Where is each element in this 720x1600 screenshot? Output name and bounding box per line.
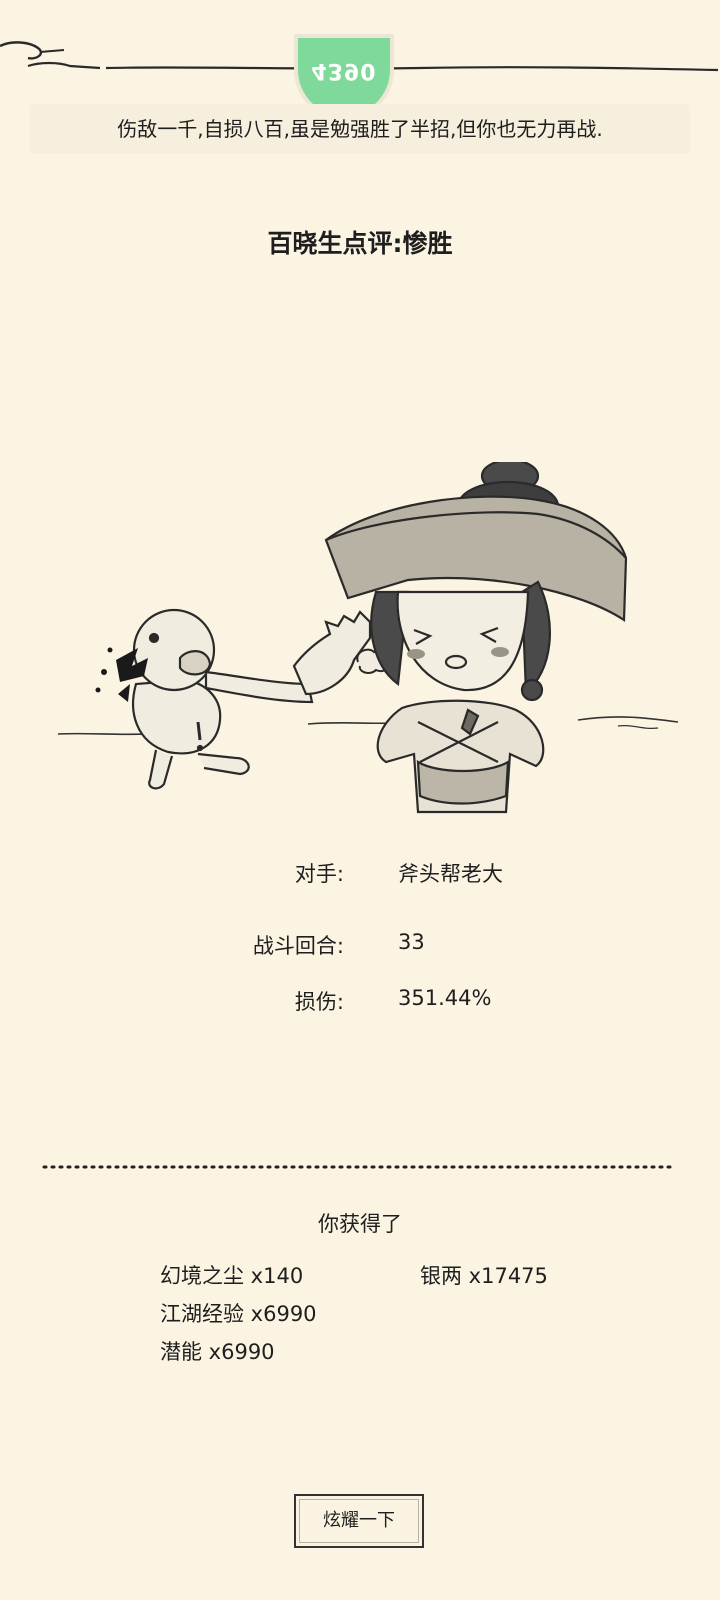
rounds-value: 33: [398, 930, 425, 954]
opponent-label: 对手:: [294, 862, 344, 886]
slapping-hand: [178, 610, 372, 704]
damage-value: 351.44%: [398, 986, 492, 1010]
battle-message: 伤敌一千,自损八百,虽是勉强胜了半招,但你也无力再战.: [117, 117, 603, 141]
rewards-title: 你获得了: [318, 1212, 402, 1236]
damage-label: 损伤:: [294, 990, 344, 1014]
defeated-character: [132, 608, 250, 790]
share-button[interactable]: 炫耀一下: [294, 1494, 424, 1548]
share-button-label: 炫耀一下: [323, 1510, 395, 1531]
reward-item: 潜能 x6990: [160, 1340, 275, 1364]
battle-illustration: [58, 462, 678, 814]
reward-item: 幻境之尘 x140: [160, 1264, 304, 1288]
opponent-value: 斧头帮老大: [398, 862, 503, 886]
battle-comment: 百晓生点评:惨胜: [267, 229, 453, 258]
score-badge-text: 4390: [311, 58, 377, 83]
rounds-label: 战斗回合:: [252, 934, 344, 958]
reward-item: 江湖经验 x6990: [160, 1302, 317, 1326]
dotted-divider: [42, 1165, 678, 1169]
reward-item: 银两 x17475: [420, 1264, 548, 1288]
